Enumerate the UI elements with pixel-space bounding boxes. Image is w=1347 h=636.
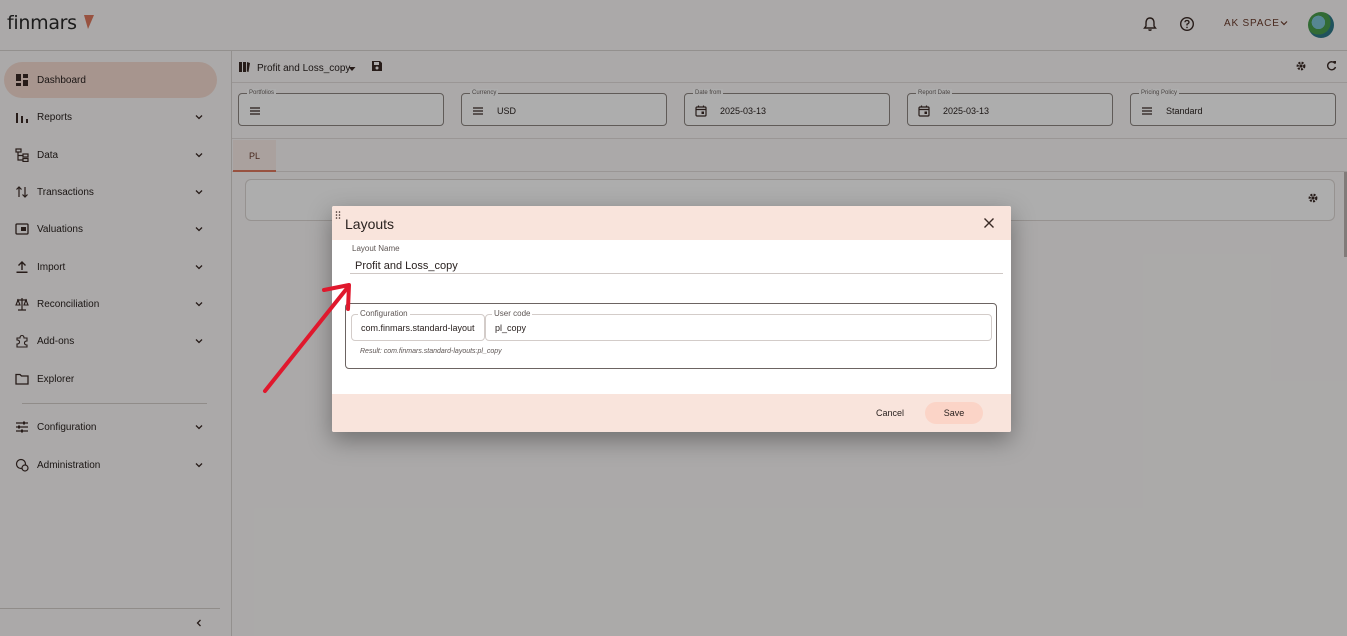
layouts-dialog: Layouts Layout Name Profit and Loss_copy…: [332, 206, 1011, 432]
result-text: Result: com.finmars.standard-layouts:pl_…: [360, 348, 502, 355]
annotation-arrow-icon: [263, 283, 351, 393]
layout-name-underline: [350, 273, 1003, 274]
configuration-label: Configuration: [358, 309, 410, 319]
dialog-title: Layouts: [345, 216, 395, 232]
user-code-group: Configuration com.finmars.standard-layou…: [345, 303, 997, 369]
save-button[interactable]: Save: [925, 402, 983, 424]
configuration-field[interactable]: Configuration com.finmars.standard-layou…: [351, 309, 485, 341]
cancel-button[interactable]: Cancel: [866, 402, 914, 424]
layout-name-label: Layout Name: [352, 244, 400, 253]
configuration-value: com.finmars.standard-layout: [361, 323, 475, 333]
close-icon[interactable]: [983, 217, 995, 229]
dialog-footer: Cancel Save: [332, 394, 1011, 432]
drag-handle-icon[interactable]: [335, 211, 341, 219]
user-code-value: pl_copy: [495, 323, 527, 333]
layout-name-input[interactable]: Profit and Loss_copy: [355, 260, 458, 272]
user-code-label: User code: [492, 309, 533, 319]
user-code-field[interactable]: User code pl_copy: [485, 309, 992, 341]
dialog-header: Layouts: [332, 206, 1011, 240]
